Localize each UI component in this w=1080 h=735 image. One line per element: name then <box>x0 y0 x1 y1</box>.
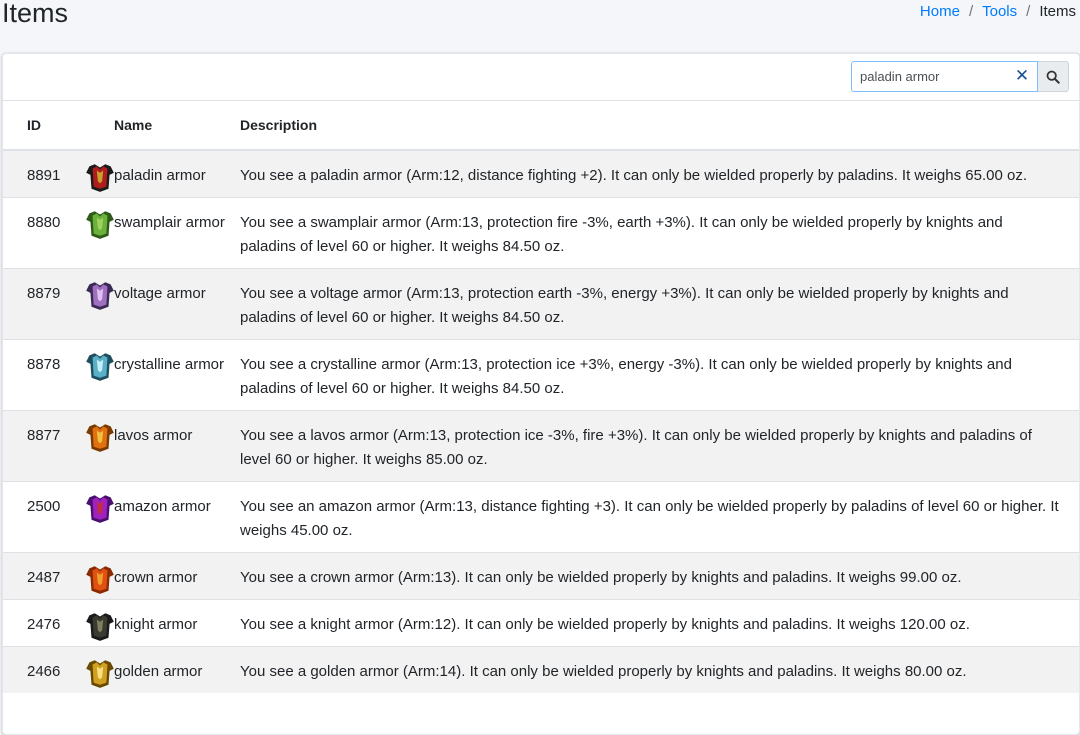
item-name: knight armor <box>114 599 240 647</box>
item-image <box>83 160 117 194</box>
close-icon[interactable]: ✕ <box>1013 67 1031 85</box>
item-image <box>83 656 117 690</box>
breadcrumb: Home / Tools / Items <box>920 3 1076 20</box>
table-row: 8878 crystalline armor You see a crystalli… <box>3 339 1079 411</box>
item-id: 2500 <box>27 498 61 515</box>
item-image <box>83 420 117 454</box>
item-id: 2487 <box>27 569 61 586</box>
items-card: ✕ ID Name Description 8891paladin armorY… <box>2 53 1080 735</box>
voltage-armor-icon <box>86 282 114 310</box>
swamplair-armor-icon <box>86 211 114 239</box>
item-id: 8877 <box>27 427 61 444</box>
golden-armor-icon <box>86 660 114 688</box>
table-row: 8880 swamplair armor You see a swamplair a… <box>3 197 1079 269</box>
item-id-cell: 8891 <box>3 149 117 198</box>
item-name: lavos armor <box>114 410 240 482</box>
table-row: 2500 amazon armor You see an amazon armor … <box>3 481 1079 553</box>
item-id-cell: 8878 <box>3 339 117 411</box>
item-id: 8878 <box>27 356 61 373</box>
table-row: 8891 paladin armor You see a paladin armor… <box>3 149 1079 198</box>
breadcrumb-home-link[interactable]: Home <box>920 3 960 20</box>
item-description: You see a lavos armor (Arm:13, protectio… <box>240 410 1079 482</box>
search-icon <box>1046 70 1060 84</box>
table-row: 2476 knight armor You see a knight armor (… <box>3 599 1079 647</box>
item-image <box>83 278 117 312</box>
paladin-armor-icon <box>86 164 114 192</box>
item-name: amazon armor <box>114 481 240 553</box>
table-row: 8877 lavos armor You see a lavos armor (Ar… <box>3 410 1079 482</box>
item-description: You see a crown armor (Arm:13). It can o… <box>240 552 1079 600</box>
item-description: You see a crystalline armor (Arm:13, pro… <box>240 339 1079 411</box>
column-header-id[interactable]: ID <box>3 101 114 151</box>
knight-armor-icon <box>86 613 114 641</box>
crown-armor-icon <box>86 566 114 594</box>
item-id-cell: 8877 <box>3 410 117 482</box>
item-id-cell: 2466 <box>3 646 117 693</box>
item-image <box>83 609 117 643</box>
search-button[interactable] <box>1038 61 1069 92</box>
breadcrumb-separator: / <box>1026 3 1031 20</box>
item-description: You see a voltage armor (Arm:13, protect… <box>240 268 1079 340</box>
item-description: You see a swamplair armor (Arm:13, prote… <box>240 197 1079 269</box>
item-name: crystalline armor <box>114 339 240 411</box>
item-name: paladin armor <box>114 149 240 198</box>
breadcrumb-separator: / <box>968 3 974 20</box>
item-id-cell: 8879 <box>3 268 117 340</box>
table-header-row: ID Name Description <box>3 101 1079 151</box>
item-id: 2466 <box>27 663 61 680</box>
table-row: 8879 voltage armor You see a voltage armor… <box>3 268 1079 340</box>
item-name: crown armor <box>114 552 240 600</box>
breadcrumb-current: Items <box>1039 3 1076 20</box>
crystalline-armor-icon <box>86 353 114 381</box>
card-header: ✕ <box>3 54 1079 101</box>
item-id: 8880 <box>27 214 61 231</box>
search-group: ✕ <box>851 61 1069 92</box>
column-header-description[interactable]: Description <box>240 101 1079 151</box>
item-id-cell: 2500 <box>3 481 117 553</box>
item-id-cell: 8880 <box>3 197 117 269</box>
lavos-armor-icon <box>86 424 114 452</box>
item-image <box>83 207 117 241</box>
item-id-cell: 2487 <box>3 552 117 600</box>
item-image <box>83 562 117 596</box>
items-table: ID Name Description 8891 paladin armor You… <box>3 101 1079 693</box>
item-id: 8879 <box>27 285 61 302</box>
item-id: 2476 <box>27 616 61 633</box>
item-name: golden armor <box>114 646 240 693</box>
page-title: Items <box>2 0 69 28</box>
item-description: You see a golden armor (Arm:14). It can … <box>240 646 1079 693</box>
amazon-armor-icon <box>86 495 114 523</box>
item-id: 8891 <box>27 167 61 184</box>
item-description: You see a knight armor (Arm:12). It can … <box>240 599 1079 647</box>
table-row: 2487 crown armor You see a crown armor (Ar… <box>3 552 1079 600</box>
table-row: 2466 golden armor You see a golden armor (… <box>3 646 1079 693</box>
item-id-cell: 2476 <box>3 599 117 647</box>
item-image <box>83 491 117 525</box>
item-description: You see an amazon armor (Arm:13, distanc… <box>240 481 1079 553</box>
search-input[interactable] <box>851 61 1038 92</box>
item-name: swamplair armor <box>114 197 240 269</box>
item-image <box>83 349 117 383</box>
item-description: You see a paladin armor (Arm:12, distanc… <box>240 149 1079 198</box>
item-name: voltage armor <box>114 268 240 340</box>
column-header-name[interactable]: Name <box>114 101 240 151</box>
breadcrumb-tools-link[interactable]: Tools <box>982 3 1017 20</box>
